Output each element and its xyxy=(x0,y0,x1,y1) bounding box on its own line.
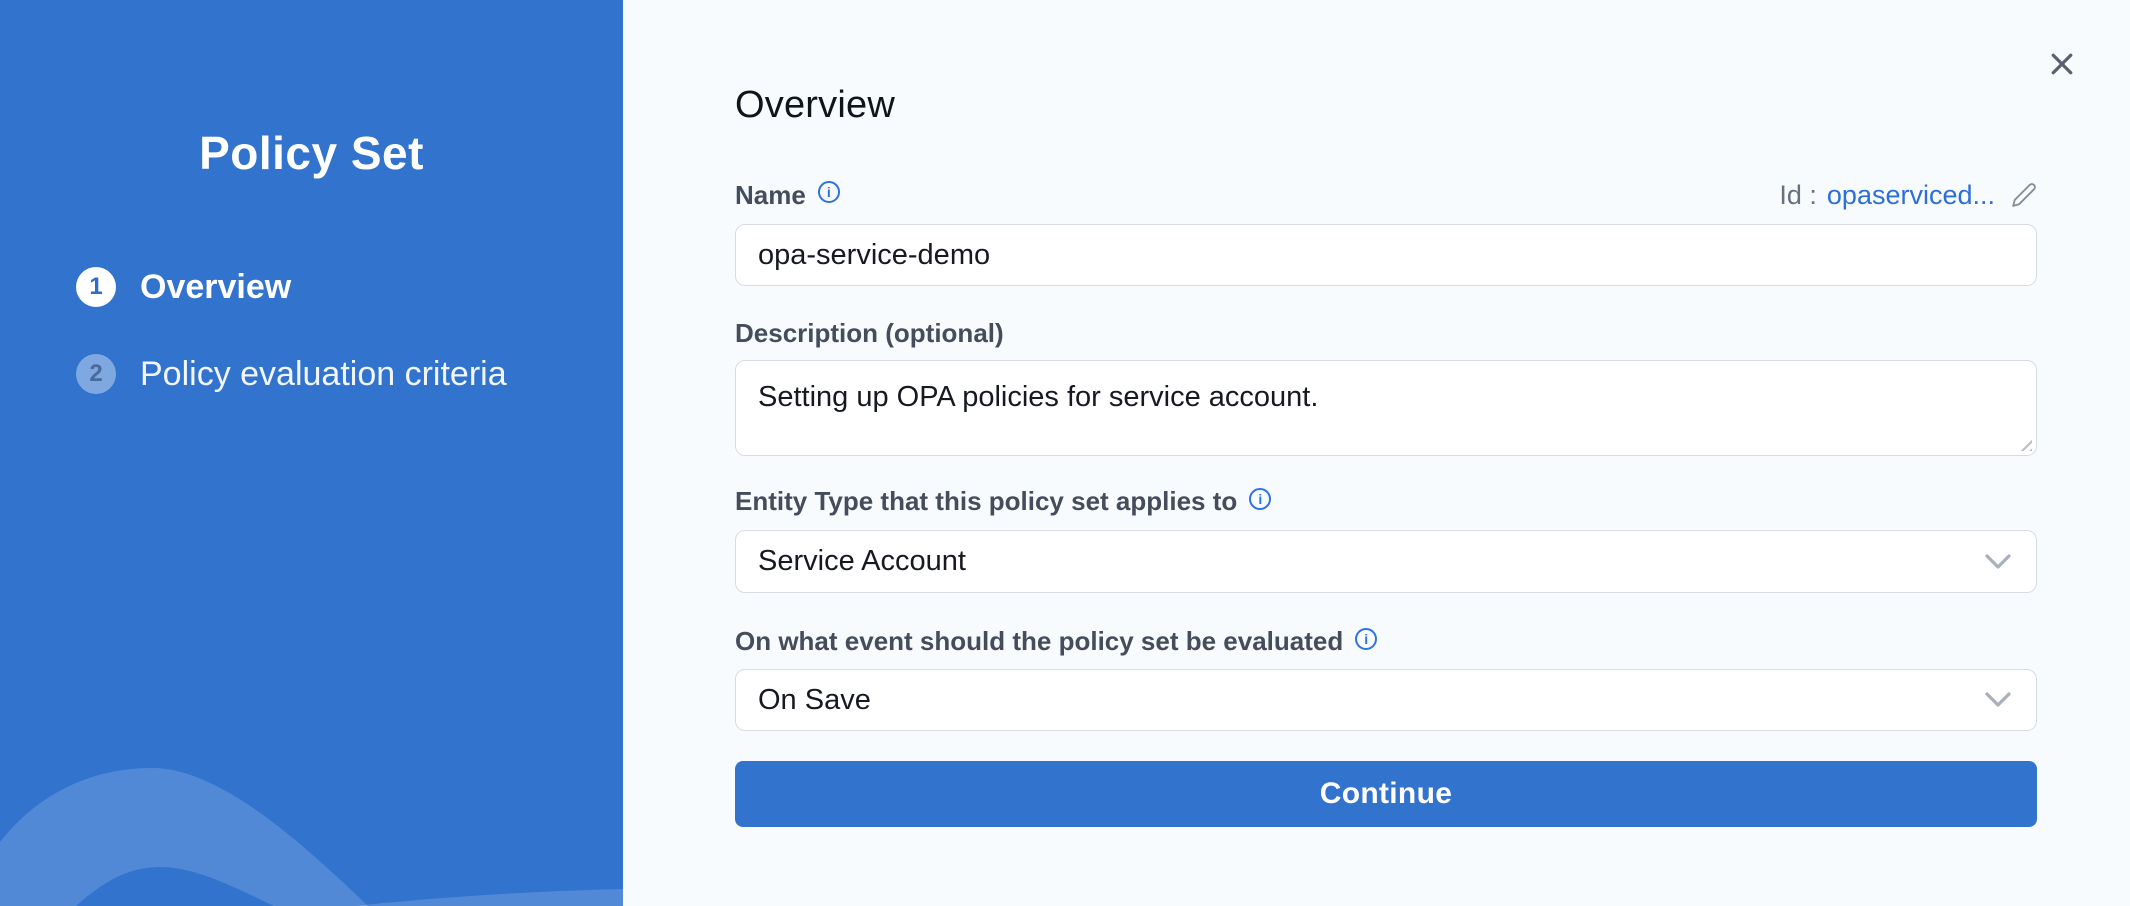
info-icon[interactable]: i xyxy=(1355,628,1377,650)
entity-type-value: Service Account xyxy=(758,545,966,578)
pencil-icon xyxy=(2011,182,2037,208)
name-label-group: Name i xyxy=(735,180,840,211)
entity-type-label: Entity Type that this policy set applies… xyxy=(735,486,1237,517)
step-2-badge: 2 xyxy=(76,354,116,394)
chevron-down-icon xyxy=(1984,553,2012,571)
name-label: Name xyxy=(735,180,806,211)
step-1-label: Overview xyxy=(140,268,291,307)
wizard-sidebar: Policy Set 1 Overview 2 Policy evaluatio… xyxy=(0,0,623,906)
step-2-label: Policy evaluation criteria xyxy=(140,355,507,394)
info-icon[interactable]: i xyxy=(1249,488,1271,510)
id-value-link[interactable]: opaserviced... xyxy=(1827,180,1995,211)
edit-id-button[interactable] xyxy=(2011,182,2037,208)
chevron-down-icon xyxy=(1984,691,2012,709)
event-select[interactable]: On Save xyxy=(735,669,2037,731)
wizard-steps: 1 Overview 2 Policy evaluation criteria xyxy=(76,267,507,394)
wave-decoration xyxy=(0,746,623,906)
event-value: On Save xyxy=(758,684,871,717)
entity-type-select[interactable]: Service Account xyxy=(735,530,2037,593)
id-label: Id : xyxy=(1779,180,1817,211)
x-icon xyxy=(2047,49,2077,79)
overview-panel: Overview Name i Id : opaserviced... Desc… xyxy=(623,0,2130,906)
event-label-group: On what event should the policy set be e… xyxy=(735,626,1377,657)
continue-button[interactable]: Continue xyxy=(735,761,2037,827)
description-label: Description (optional) xyxy=(735,318,1004,349)
name-id-row: Name i Id : opaserviced... xyxy=(735,176,2037,214)
entity-type-label-group: Entity Type that this policy set applies… xyxy=(735,486,1271,517)
close-button[interactable] xyxy=(2042,44,2082,84)
policy-set-id: Id : opaserviced... xyxy=(1779,180,2037,211)
description-textarea[interactable]: Setting up OPA policies for service acco… xyxy=(735,360,2037,456)
step-overview[interactable]: 1 Overview xyxy=(76,267,507,307)
event-label: On what event should the policy set be e… xyxy=(735,626,1343,657)
description-field-wrap: Setting up OPA policies for service acco… xyxy=(735,360,2037,456)
page-title: Overview xyxy=(735,84,895,127)
step-1-badge: 1 xyxy=(76,267,116,307)
sidebar-title: Policy Set xyxy=(0,126,623,180)
info-icon[interactable]: i xyxy=(818,181,840,203)
name-input[interactable] xyxy=(735,224,2037,286)
step-policy-evaluation-criteria[interactable]: 2 Policy evaluation criteria xyxy=(76,354,507,394)
